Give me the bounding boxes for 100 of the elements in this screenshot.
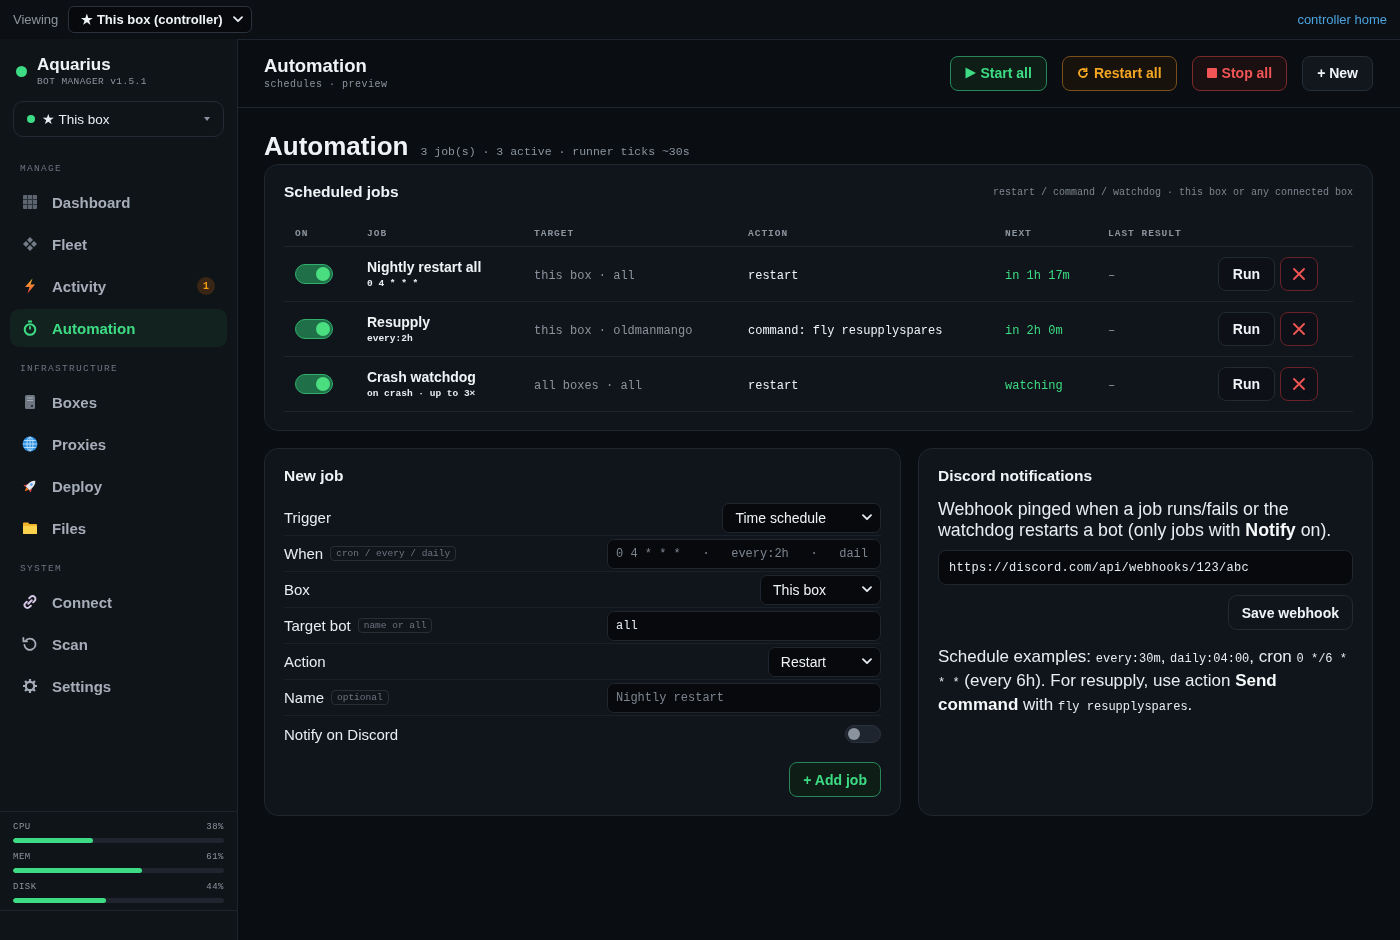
schedule-examples-text: Schedule examples: every:30m, daily:04:00, cron 0 */6 * * * (every 6h). For resupply, use action Send command with fly resupplyspares. [938,646,1348,716]
cross-icon [1293,378,1305,390]
card-title: Discord notifications [938,466,1094,486]
nav-item[interactable]: Files [10,509,227,547]
restart-icon [1076,67,1089,79]
status-dot-icon [16,66,27,77]
card-title: Scheduled jobs [284,182,399,202]
dropdown-select[interactable]: Restart [767,646,881,677]
nav-item[interactable]: Scan [10,625,227,663]
run-button[interactable]: Run [1217,257,1275,291]
chevron-down-icon [862,658,872,665]
chevron-down-icon [862,514,872,521]
action-cell: command: fly resupplyspares [748,324,943,338]
webhook-url-input[interactable]: https://discord.com/api/webhooks/123/abc [938,550,1353,585]
text-input[interactable]: Nightly restart [607,682,881,713]
stopwatch-icon [22,320,38,336]
description-text: Webhook pinged when a job runs/fails or the watchdog restarts a bot (only jobs with Notify on). [938,499,1333,541]
nav-item[interactable]: Proxies [10,425,227,463]
toggle-switch[interactable] [295,264,333,284]
text-input[interactable]: 0 4 * * * · every:2h · dail [607,538,881,569]
next-run-cell: watching [1005,379,1063,393]
hint-chip: name or all [357,618,433,633]
controller-home-link[interactable]: controller home [1297,12,1387,27]
toggle-switch[interactable] [295,319,333,339]
delete-button[interactable] [1280,257,1318,291]
hint-chip: cron / every / daily [330,546,457,561]
stop-button[interactable]: Stop all [1191,55,1288,91]
delete-button[interactable] [1280,367,1318,401]
meter-reading: 61% [206,852,224,862]
action-cell: restart [748,379,799,393]
toggle-switch[interactable] [295,374,333,394]
card-title: New job [284,466,345,486]
run-button[interactable]: Run [1217,312,1275,346]
nav-item[interactable]: Boxes [10,383,227,421]
viewing-select[interactable]: ★ This box (controller) [68,6,252,33]
folder-icon [22,520,38,536]
stop-icon [1206,68,1217,78]
status-dot-icon [27,115,35,123]
column-header: LAST RESULT [1107,227,1183,239]
new-button[interactable]: + New [1302,55,1373,91]
rocket-icon [22,478,38,494]
caret-icon [204,117,210,121]
column-header: ACTION [747,227,790,239]
link-icon [22,594,38,610]
last-result-cell: – [1108,379,1116,393]
target-cell: this box · oldmanmango [534,324,693,338]
text-input[interactable]: all [607,610,881,641]
meter-reading: 44% [206,882,224,892]
brand-name: Aquarius [37,55,112,75]
action-cell: restart [748,269,799,283]
dropdown-select[interactable]: Time schedule [722,502,881,533]
toggle-switch[interactable] [845,725,881,743]
job-name: Crash watchdog [367,368,477,386]
add-job-button[interactable]: + Add job [789,762,881,797]
target-cell: all boxes · all [534,379,643,393]
chevron-down-icon [232,16,243,23]
server-icon [22,394,38,410]
dropdown-select[interactable]: This box [760,574,881,605]
field-label: Trigger [284,509,331,526]
meter-reading: 38% [206,822,224,832]
next-run-cell: in 1h 17m [1005,269,1070,283]
field-label: When [284,545,324,562]
last-result-cell: – [1108,324,1116,338]
job-schedule: 0 4 * * * [367,277,420,290]
box-select[interactable]: ★ This box [13,101,224,137]
start-button[interactable]: Start all [949,55,1047,91]
save-webhook-button[interactable]: Save webhook [1227,595,1353,630]
section-label: INFRASTRUCTURE [19,363,119,374]
page-title: Automation [264,131,409,161]
globe-icon [22,436,38,452]
circular-arrow-icon [22,636,38,652]
column-header: NEXT [1004,227,1033,239]
field-label: Box [284,581,310,598]
job-schedule: on crash · up to 3× [367,387,477,400]
nav-item[interactable]: Fleet [10,225,227,263]
column-header: ON [294,227,310,239]
nav-item[interactable]: Automation [10,309,227,347]
chevron-down-icon [862,586,872,593]
run-button[interactable]: Run [1217,367,1275,401]
nav-item[interactable]: Connect [10,583,227,621]
restart-button[interactable]: Restart all [1061,55,1177,91]
target-cell: this box · all [534,269,635,283]
viewing-label: Viewing [13,12,59,27]
nav-item[interactable]: Dashboard [10,183,227,221]
nav-item[interactable]: Deploy [10,467,227,505]
grid-icon [22,194,38,210]
next-run-cell: in 2h 0m [1005,324,1063,338]
nav-item[interactable]: Activity 1 [10,267,227,305]
section-label: SYSTEM [19,563,63,574]
column-header: JOB [366,227,389,239]
field-label: Notify on Discord [284,725,399,743]
page-header-subtitle: schedules · preview [264,78,388,91]
last-result-cell: – [1108,269,1116,283]
page-summary: 3 job(s) · 3 active · runner ticks ~30s [420,145,690,158]
delete-button[interactable] [1280,312,1318,346]
brand-subtitle: BOT MANAGER v1.5.1 [37,76,147,88]
settings-icon [22,678,38,694]
meter-label: MEM [13,852,31,862]
nav-item[interactable]: Settings [10,667,227,705]
card-hint: restart / command / watchdog · this box or any connected box [992,186,1353,198]
